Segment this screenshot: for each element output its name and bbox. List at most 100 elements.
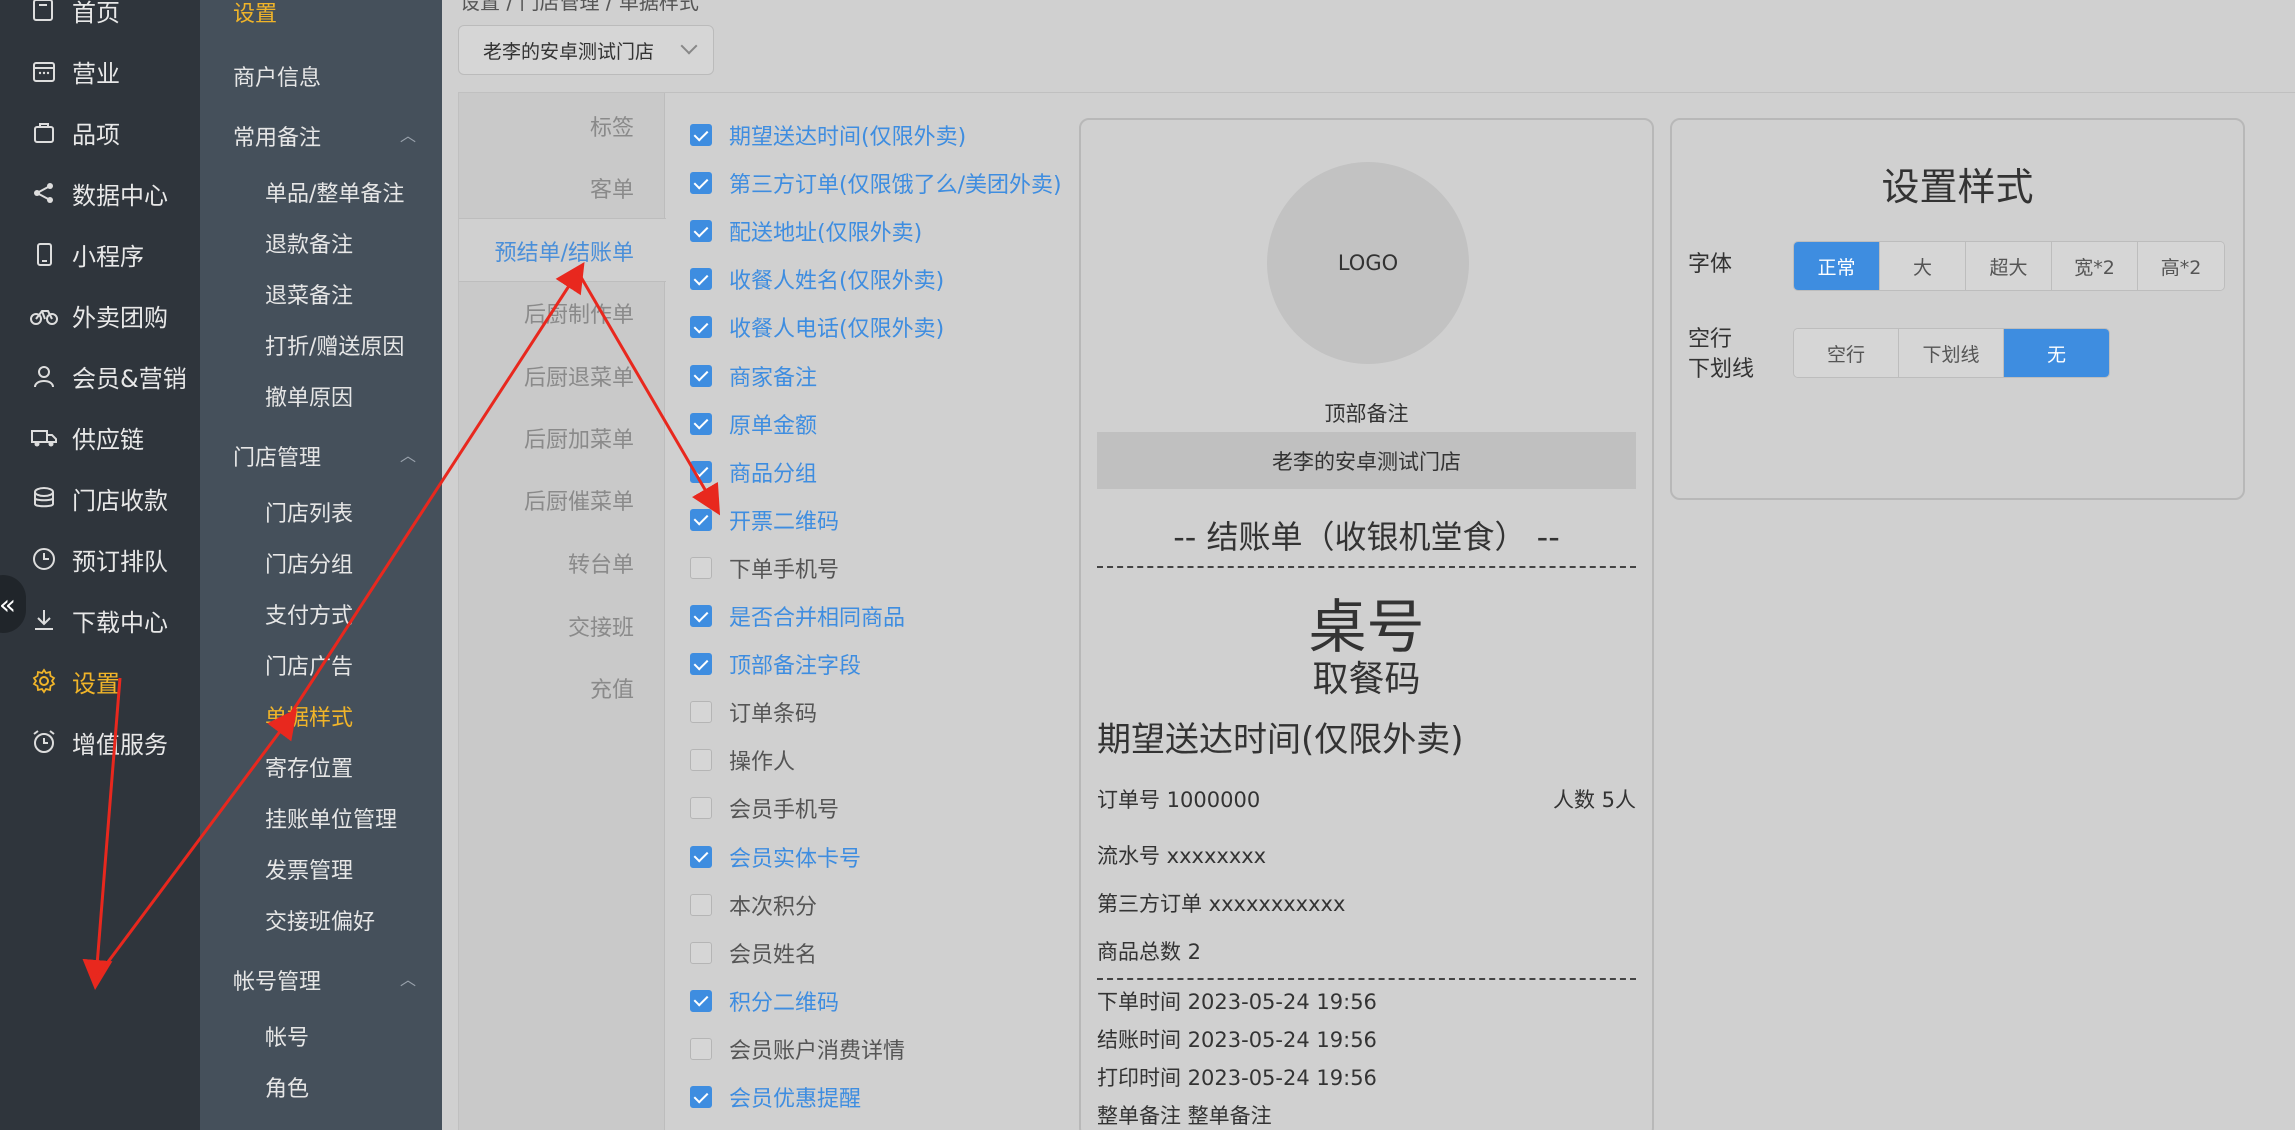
nav-item-member-marketing[interactable]: 会员&营销 [0, 346, 200, 406]
subnav-group-store[interactable]: 门店管理 [233, 440, 321, 472]
separator-option-none[interactable]: 无 [2004, 329, 2109, 377]
subnav-item-refund-notes[interactable]: 退款备注 [265, 227, 353, 259]
field-option[interactable]: 原单金额 [690, 409, 817, 439]
tab-recharge[interactable]: 充值 [590, 672, 634, 704]
tab-kitchen-make[interactable]: 后厨制作单 [524, 297, 634, 329]
field-checkbox[interactable] [690, 701, 712, 724]
field-option[interactable]: 会员优惠提醒 [690, 1082, 861, 1112]
nav-item-store-payment[interactable]: 门店收款 [0, 468, 200, 528]
nav-item-supply-chain[interactable]: 供应链 [0, 407, 200, 467]
field-checkbox[interactable] [690, 1037, 712, 1060]
nav-item-business[interactable]: 营业 [0, 41, 200, 101]
subnav-item-shift-prefs[interactable]: 交接班偏好 [265, 904, 375, 936]
subnav-item-store-list[interactable]: 门店列表 [265, 496, 353, 528]
tab-prebill-checkout[interactable]: 预结单/结账单 [495, 235, 634, 267]
nav-item-reservation[interactable]: 预订排队 [0, 529, 200, 589]
field-checkbox[interactable] [690, 220, 712, 243]
nav-item-data-center[interactable]: 数据中心 [0, 163, 200, 223]
field-option[interactable]: 第三方订单(仅限饿了么/美团外卖) [690, 168, 1062, 198]
subnav-item-store-ads[interactable]: 门店广告 [265, 649, 353, 681]
subnav-item-notes[interactable]: 单品/整单备注 [265, 176, 404, 208]
field-option[interactable]: 会员账户消费详情 [690, 1034, 905, 1064]
field-checkbox[interactable] [690, 268, 712, 291]
field-checkbox[interactable] [690, 845, 712, 868]
subnav-merchant-info[interactable]: 商户信息 [233, 60, 321, 92]
preview-order-no: 订单号 1000000 [1097, 788, 1261, 812]
field-checkbox[interactable] [690, 556, 712, 579]
font-option-xlarge[interactable]: 超大 [1966, 242, 2052, 290]
subnav-group-account[interactable]: 帐号管理 [233, 964, 321, 996]
field-option[interactable]: 商品分组 [690, 457, 817, 487]
tab-kitchen-add[interactable]: 后厨加菜单 [524, 422, 634, 454]
separator-option-underline[interactable]: 下划线 [1899, 329, 2004, 377]
subnav-item-role[interactable]: 角色 [265, 1071, 309, 1103]
field-option[interactable]: 会员手机号 [690, 793, 839, 823]
nav-item-home[interactable]: 首页 [0, 0, 200, 40]
tab-kitchen-return[interactable]: 后厨退菜单 [524, 360, 634, 392]
field-option[interactable]: 开票二维码 [690, 505, 839, 535]
nav-item-download[interactable]: 下载中心 [0, 590, 200, 650]
chevron-up-icon[interactable]: ︿ [400, 966, 416, 990]
field-checkbox[interactable] [690, 1086, 712, 1108]
nav-item-products[interactable]: 品项 [0, 102, 200, 162]
subnav-item-receipt-style[interactable]: 单据样式 [265, 700, 353, 732]
subnav-item-payment-methods[interactable]: 支付方式 [265, 598, 353, 630]
field-checkbox[interactable] [690, 412, 712, 435]
subnav-item-invoice[interactable]: 发票管理 [265, 853, 353, 885]
field-option[interactable]: 本次积分 [690, 890, 817, 920]
field-option[interactable]: 顶部备注字段 [690, 649, 861, 679]
font-option-large[interactable]: 大 [1880, 242, 1966, 290]
field-option[interactable]: 会员实体卡号 [690, 842, 861, 872]
field-option[interactable]: 期望送达时间(仅限外卖) [690, 120, 966, 150]
field-checkbox[interactable] [690, 653, 712, 676]
subnav-item-store-group[interactable]: 门店分组 [265, 547, 353, 579]
separator-option-blank[interactable]: 空行 [1794, 329, 1899, 377]
tab-customer[interactable]: 客单 [590, 172, 634, 204]
field-option[interactable]: 积分二维码 [690, 986, 839, 1016]
tab-table-transfer[interactable]: 转台单 [568, 547, 634, 579]
subnav-item-credit-units[interactable]: 挂账单位管理 [265, 802, 397, 834]
download-icon [30, 606, 58, 634]
field-checkbox[interactable] [690, 316, 712, 339]
field-checkbox[interactable] [690, 460, 712, 483]
subnav-item-storage-location[interactable]: 寄存位置 [265, 751, 353, 783]
chevron-up-icon[interactable]: ︿ [400, 122, 416, 146]
field-checkbox[interactable] [690, 989, 712, 1012]
tab-label[interactable]: 标签 [590, 110, 634, 142]
subnav-item-discount-reasons[interactable]: 打折/赠送原因 [265, 329, 404, 361]
tab-kitchen-rush[interactable]: 后厨催菜单 [524, 484, 634, 516]
field-option[interactable]: 配送地址(仅限外卖) [690, 216, 922, 246]
field-option[interactable]: 是否合并相同商品 [690, 601, 905, 631]
field-checkbox[interactable] [690, 172, 712, 195]
field-label: 商品分组 [729, 461, 818, 487]
field-option[interactable]: 操作人 [690, 745, 795, 775]
field-checkbox[interactable] [690, 605, 712, 627]
field-option[interactable]: 收餐人电话(仅限外卖) [690, 312, 944, 342]
font-option-normal[interactable]: 正常 [1794, 242, 1880, 290]
nav-item-value-added[interactable]: 增值服务 [0, 712, 200, 772]
store-select[interactable]: 老李的安卓测试门店 [458, 25, 714, 75]
nav-item-settings[interactable]: 设置 [0, 651, 200, 711]
field-checkbox[interactable] [690, 893, 712, 916]
subnav-item-account[interactable]: 帐号 [265, 1020, 309, 1052]
field-option[interactable]: 会员姓名 [690, 938, 817, 968]
field-option[interactable]: 下单手机号 [690, 553, 839, 583]
subnav-item-return-notes[interactable]: 退菜备注 [265, 278, 353, 310]
field-checkbox[interactable] [690, 124, 712, 146]
field-checkbox[interactable] [690, 797, 712, 820]
field-option[interactable]: 商家备注 [690, 361, 817, 391]
chevron-up-icon[interactable]: ︿ [400, 442, 416, 466]
tab-shift-handover[interactable]: 交接班 [568, 610, 634, 642]
field-option[interactable]: 收餐人姓名(仅限外卖) [690, 264, 944, 294]
font-option-double-width[interactable]: 宽*2 [2052, 242, 2138, 290]
field-checkbox[interactable] [690, 508, 712, 531]
font-option-double-height[interactable]: 高*2 [2138, 242, 2224, 290]
subnav-group-notes[interactable]: 常用备注 [233, 120, 321, 152]
field-checkbox[interactable] [690, 941, 712, 964]
field-option[interactable]: 订单条码 [690, 697, 817, 727]
nav-item-takeout[interactable]: 外卖团购 [0, 285, 200, 345]
subnav-item-cancel-reasons[interactable]: 撤单原因 [265, 380, 353, 412]
nav-item-mini-program[interactable]: 小程序 [0, 224, 200, 284]
field-checkbox[interactable] [690, 749, 712, 772]
field-checkbox[interactable] [690, 364, 712, 387]
